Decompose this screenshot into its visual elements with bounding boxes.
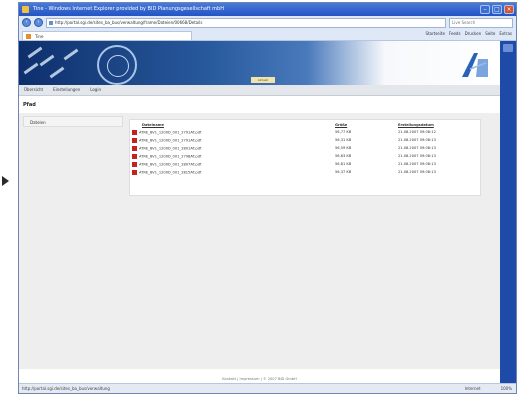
main-menu: Übersicht Einstellungen Login xyxy=(19,85,500,96)
status-right: Internet 100% xyxy=(464,384,512,393)
table-row: ATRE_BV1_1200D_001_2801AT.pdf 56,59 KB 21.… xyxy=(130,144,480,152)
file-name-link[interactable]: ATRE_BV1_1200D_001_2791AT.pdf xyxy=(139,130,201,134)
file-size-cell: 56,31 KB xyxy=(335,138,352,142)
table-row: ATRE_BV1_1200D_001_2798AT.pdf 56,63 KB 21.… xyxy=(130,152,480,160)
page-footer: Kontakt | Impressum | © 2007 BID GmbH xyxy=(222,377,297,381)
file-name-link[interactable]: ATRE_BV1_1200D_001_2807AT.pdf xyxy=(139,162,201,166)
address-bar: ‹ › http://portal.sgi.de/sites_ba_bus/ve… xyxy=(19,16,516,29)
file-date-cell: 21.08.2007 09:08:13 xyxy=(398,170,436,174)
toolbar-home[interactable]: Startseite xyxy=(425,31,444,36)
status-bar: http://portal.sgi.de/sites_ba_bus/verwal… xyxy=(19,383,516,393)
pdf-icon xyxy=(132,129,137,135)
toolbar-tools[interactable]: Extras xyxy=(499,31,512,36)
file-size-cell: 56,77 KB xyxy=(335,130,352,134)
tab-tine[interactable]: Tine xyxy=(22,31,192,40)
command-bar: Startseite Feeds Drucken Seite Extras xyxy=(425,31,512,36)
column-header-name[interactable]: Dateiname xyxy=(130,120,333,128)
table-row: ATRE_BV1_1200D_001_2807AT.pdf 56,81 KB 21.… xyxy=(130,160,480,168)
table-row: ATRE_BV1_1200D_001_2791AT.pdf 56,31 KB 21.… xyxy=(130,136,480,144)
status-url: http://portal.sgi.de/sites_ba_bus/verwal… xyxy=(22,386,110,391)
file-name-cell[interactable]: ATRE_BV1_1200D_001_2791AT.pdf xyxy=(130,136,333,144)
file-name-link[interactable]: ATRE_BV1_1200D_001_2791AT.pdf xyxy=(139,138,201,142)
column-header-date[interactable]: Erstellungsdatum xyxy=(396,120,480,128)
file-size-cell: 56,37 KB xyxy=(335,170,352,174)
file-date-cell: 21.08.2007 09:08:13 xyxy=(398,138,436,142)
file-rows: ATRE_BV1_1200D_001_2791AT.pdf 56,77 KB 21.… xyxy=(130,128,480,176)
browser-window: Tine - Windows Internet Explorer provide… xyxy=(18,2,517,394)
column-header-size[interactable]: Größe xyxy=(333,120,396,128)
file-name-link[interactable]: ATRE_BV1_1200D_001_2798AT.pdf xyxy=(139,154,201,158)
search-input[interactable]: Live Search xyxy=(449,17,513,28)
file-name-cell[interactable]: ATRE_BV1_1200D_001_2815AT.pdf xyxy=(130,168,333,176)
file-name-cell[interactable]: ATRE_BV1_1200D_001_2798AT.pdf xyxy=(130,152,333,160)
file-size-cell: 56,63 KB xyxy=(335,154,352,158)
leaf-decoration xyxy=(23,62,39,75)
pdf-icon xyxy=(132,145,137,151)
vertical-scrollbar[interactable] xyxy=(500,41,516,383)
window-controls: – □ × xyxy=(480,5,514,14)
pointer-arrow-icon xyxy=(2,176,9,186)
file-date-cell: 21.08.2007 09:08:13 xyxy=(398,154,436,158)
ie-icon xyxy=(22,6,29,13)
leaf-decoration xyxy=(49,66,65,79)
table-row: ATRE_BV1_1200D_001_2791AT.pdf 56,77 KB 21.… xyxy=(130,128,480,136)
file-name-cell[interactable]: ATRE_BV1_1200D_001_2791AT.pdf xyxy=(130,128,333,136)
url-input[interactable]: http://portal.sgi.de/sites_ba_bus/verwal… xyxy=(46,17,446,28)
toolbar-print[interactable]: Drucken xyxy=(465,31,482,36)
banner-note: Aktuell xyxy=(251,77,275,83)
company-logo-icon xyxy=(462,53,488,77)
file-date-cell: 21.08.2007 09:08:13 xyxy=(398,162,436,166)
sidebar-item-files[interactable]: Dateien xyxy=(23,116,123,127)
pdf-icon xyxy=(132,169,137,175)
table-row: ATRE_BV1_1200D_001_2815AT.pdf 56,37 KB 21.… xyxy=(130,168,480,176)
page-title: Pfad xyxy=(23,102,36,108)
file-size-cell: 56,81 KB xyxy=(335,162,352,166)
pdf-icon xyxy=(132,153,137,159)
close-icon[interactable]: × xyxy=(504,5,514,14)
globe-icon xyxy=(97,45,137,85)
pdf-icon xyxy=(132,137,137,143)
file-name-cell[interactable]: ATRE_BV1_1200D_001_2801AT.pdf xyxy=(130,144,333,152)
toolbar-feeds[interactable]: Feeds xyxy=(449,31,461,36)
header-banner: Aktuell xyxy=(19,41,500,85)
file-date-cell: 21.08.2007 09:08:13 xyxy=(398,146,436,150)
security-zone: Internet xyxy=(464,386,481,391)
file-name-cell[interactable]: ATRE_BV1_1200D_001_2807AT.pdf xyxy=(130,160,333,168)
file-size-cell: 56,59 KB xyxy=(335,146,352,150)
menu-overview[interactable]: Übersicht xyxy=(24,85,43,95)
page-content: Aktuell Übersicht Einstellungen Login Pf… xyxy=(19,41,500,383)
forward-icon[interactable]: › xyxy=(34,18,43,27)
file-date-cell: 21.08.2007 09:08:12 xyxy=(398,130,436,134)
file-name-link[interactable]: ATRE_BV1_1200D_001_2815AT.pdf xyxy=(139,170,201,174)
minimize-icon[interactable]: – xyxy=(480,5,490,14)
toolbar-page[interactable]: Seite xyxy=(485,31,495,36)
leaf-decoration xyxy=(27,46,43,59)
window-title: Tine - Windows Internet Explorer provide… xyxy=(33,6,224,12)
pdf-icon xyxy=(132,161,137,167)
menu-login[interactable]: Login xyxy=(90,85,101,95)
menu-settings[interactable]: Einstellungen xyxy=(53,85,80,95)
zoom-level[interactable]: 100% xyxy=(501,384,512,393)
tab-label: Tine xyxy=(35,34,44,39)
file-list: Dateiname Größe Erstellungsdatum ATRE_BV… xyxy=(129,119,481,196)
tab-bar: Tine Startseite Feeds Drucken Seite Extr… xyxy=(19,29,516,41)
title-bar: Tine - Windows Internet Explorer provide… xyxy=(19,3,516,16)
maximize-icon[interactable]: □ xyxy=(492,5,502,14)
leaf-decoration xyxy=(39,54,55,67)
file-name-link[interactable]: ATRE_BV1_1200D_001_2801AT.pdf xyxy=(139,146,201,150)
file-table: Dateiname Größe Erstellungsdatum ATRE_BV… xyxy=(130,120,480,176)
back-icon[interactable]: ‹ xyxy=(22,18,31,27)
leaf-decoration xyxy=(63,48,79,61)
